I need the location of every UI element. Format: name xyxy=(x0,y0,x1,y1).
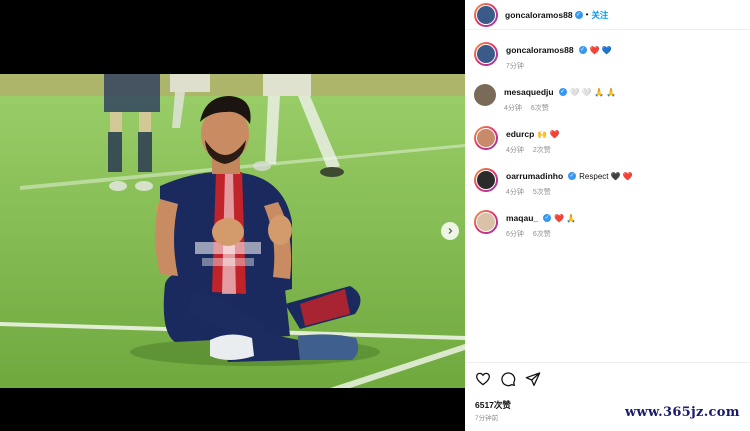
author-username[interactable]: goncaloramos88 xyxy=(505,10,573,20)
verified-icon: ✓ xyxy=(558,88,567,96)
comment-time: 4分钟 xyxy=(506,147,524,154)
next-image-button[interactable] xyxy=(441,222,459,240)
caption-text: ❤️ 💙 xyxy=(589,45,612,55)
divider xyxy=(465,362,750,363)
comment-item: edurcp 🙌 ❤️ 4分钟 2次赞 xyxy=(474,126,560,155)
caption: goncaloramos88 ✓ ❤️ 💙 7分钟 xyxy=(474,42,612,71)
separator-dot: • xyxy=(585,10,589,19)
comment-likes[interactable]: 6次赞 xyxy=(531,103,549,113)
verified-icon: ✓ xyxy=(543,214,552,222)
author-avatar[interactable] xyxy=(474,42,498,66)
comments-panel: goncaloramos88 ✓ • 关注 goncaloramos88 ✓ ❤… xyxy=(465,0,750,431)
comment-text: 🤍 🤍 🙏 🙏 xyxy=(569,87,617,97)
comment-username[interactable]: oarrumadinho xyxy=(506,171,563,181)
comment-likes[interactable]: 6次赞 xyxy=(533,229,551,239)
comment-likes[interactable]: 5次赞 xyxy=(533,187,551,197)
comment-text: Respect 🖤 ❤️ xyxy=(579,171,633,181)
commenter-avatar[interactable] xyxy=(474,84,496,106)
comment-icon[interactable] xyxy=(500,371,516,387)
comment-likes[interactable]: 2次赞 xyxy=(533,145,551,155)
commenter-avatar[interactable] xyxy=(474,168,498,192)
verified-icon: ✓ xyxy=(568,172,577,180)
commenter-avatar[interactable] xyxy=(474,210,498,234)
chevron-right-icon xyxy=(448,228,453,234)
comment-time: 4分钟 xyxy=(504,105,522,112)
verified-icon: ✓ xyxy=(574,10,583,19)
caption-time: 7分钟 xyxy=(506,63,524,70)
comment-username[interactable]: mesaquedju xyxy=(504,87,554,97)
comment-item: maqau_ ✓ ❤️ 🙏 6分钟 6次赞 xyxy=(474,210,576,239)
comment-time: 6分钟 xyxy=(506,231,524,238)
site-watermark: www.365jz.com xyxy=(625,405,740,420)
share-icon[interactable] xyxy=(525,371,541,387)
comment-text: ❤️ 🙏 xyxy=(554,213,577,223)
comment-item: mesaquedju ✓ 🤍 🤍 🙏 🙏 4分钟 6次赞 xyxy=(474,84,616,113)
author-avatar[interactable] xyxy=(474,2,498,27)
likes-count[interactable]: 6517次赞 xyxy=(475,399,511,411)
post-header: goncaloramos88 ✓ • 关注 xyxy=(465,0,750,30)
post-actions xyxy=(475,371,541,387)
comment-username[interactable]: edurcp xyxy=(506,129,534,139)
heart-icon[interactable] xyxy=(475,371,491,387)
post-time: 7分钟前 xyxy=(475,415,499,422)
caption-username[interactable]: goncaloramos88 xyxy=(506,45,574,55)
commenter-avatar[interactable] xyxy=(474,126,498,150)
comment-item: oarrumadinho ✓ Respect 🖤 ❤️ 4分钟 5次赞 xyxy=(474,168,633,197)
post-photo xyxy=(0,74,465,388)
comment-username[interactable]: maqau_ xyxy=(506,213,538,223)
comment-text: 🙌 ❤️ xyxy=(537,129,560,139)
media-pane xyxy=(0,0,465,431)
comment-time: 4分钟 xyxy=(506,189,524,196)
player-photo xyxy=(0,74,465,388)
verified-icon: ✓ xyxy=(578,46,587,54)
follow-button[interactable]: 关注 xyxy=(591,9,608,21)
